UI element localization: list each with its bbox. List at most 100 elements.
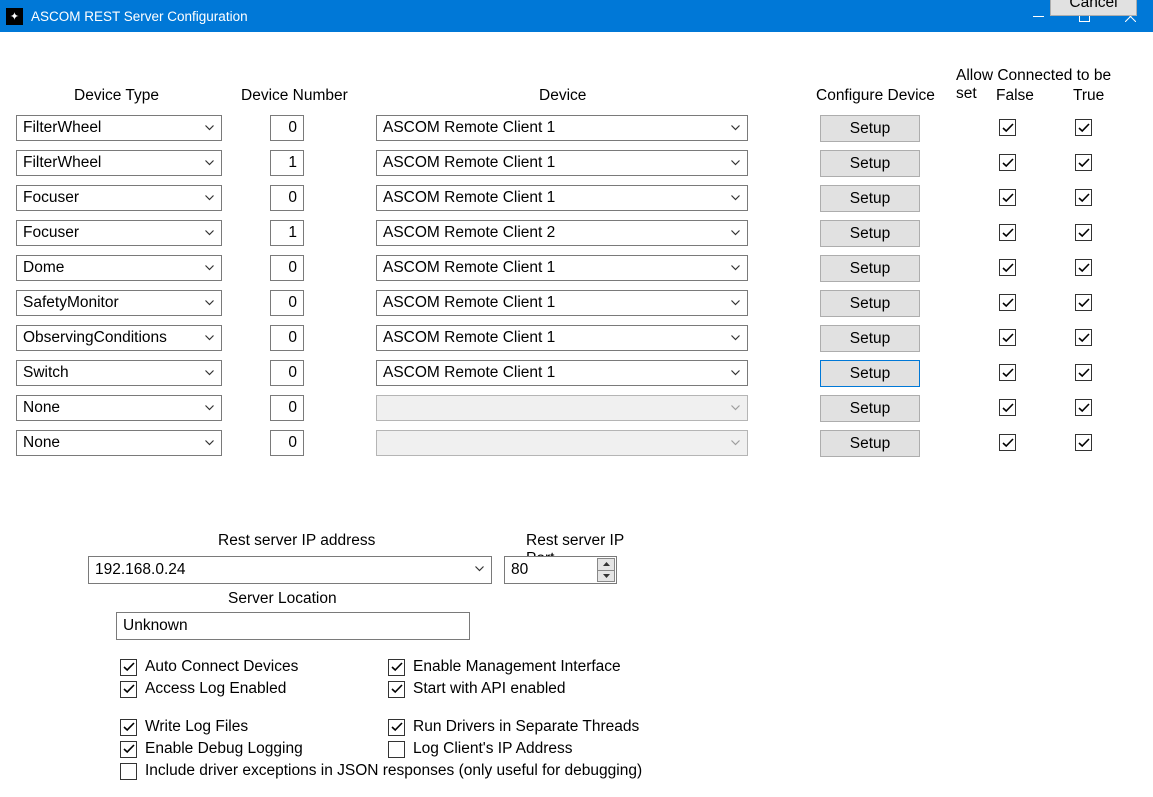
device-number-field[interactable]: 1 <box>270 150 304 176</box>
cancel-label: Cancel <box>1069 0 1117 12</box>
device-select[interactable]: ASCOM Remote Client 1 <box>376 185 748 211</box>
setup-button[interactable]: Setup <box>820 220 920 247</box>
device-type-select[interactable]: Focuser <box>16 185 222 211</box>
ip-address-combo[interactable]: 192.168.0.24 <box>88 556 492 584</box>
port-value: 80 <box>511 561 528 579</box>
checkbox[interactable] <box>999 434 1016 451</box>
device-number-field[interactable]: 0 <box>270 325 304 351</box>
setup-button[interactable]: Setup <box>820 395 920 422</box>
auto-connect-checkbox[interactable] <box>120 659 137 676</box>
checkbox[interactable] <box>1075 259 1092 276</box>
setup-label: Setup <box>850 435 891 453</box>
device-type-value: Focuser <box>23 189 79 207</box>
port-spinner[interactable]: 80 <box>504 556 617 584</box>
dialog-buttons: OK Cancel <box>1050 0 1137 16</box>
device-type-value: Dome <box>23 259 64 277</box>
checkbox[interactable] <box>1075 399 1092 416</box>
chevron-down-icon <box>724 292 746 314</box>
setup-button[interactable]: Setup <box>820 325 920 352</box>
device-select[interactable]: ASCOM Remote Client 1 <box>376 150 748 176</box>
location-label: Server Location <box>228 590 337 608</box>
device-value: ASCOM Remote Client 1 <box>383 189 555 207</box>
device-select[interactable]: ASCOM Remote Client 1 <box>376 325 748 351</box>
checkbox[interactable] <box>999 119 1016 136</box>
checkbox[interactable] <box>1075 119 1092 136</box>
checkbox[interactable] <box>1075 154 1092 171</box>
device-number-field[interactable]: 0 <box>270 395 304 421</box>
device-type-select[interactable]: FilterWheel <box>16 115 222 141</box>
setup-button[interactable]: Setup <box>820 255 920 282</box>
device-select[interactable]: ASCOM Remote Client 1 <box>376 255 748 281</box>
checkbox[interactable] <box>999 154 1016 171</box>
api-enabled-checkbox[interactable] <box>388 681 405 698</box>
cancel-button[interactable]: Cancel <box>1050 0 1137 16</box>
device-number-field[interactable]: 0 <box>270 185 304 211</box>
setup-button[interactable]: Setup <box>820 360 920 387</box>
setup-button[interactable]: Setup <box>820 115 920 142</box>
checkbox[interactable] <box>999 259 1016 276</box>
write-log-checkbox[interactable] <box>120 719 137 736</box>
setup-button[interactable]: Setup <box>820 430 920 457</box>
setup-label: Setup <box>850 400 891 418</box>
access-log-checkbox[interactable] <box>120 681 137 698</box>
device-value: ASCOM Remote Client 1 <box>383 154 555 172</box>
device-type-select[interactable]: None <box>16 430 222 456</box>
mgmt-interface-checkbox[interactable] <box>388 659 405 676</box>
device-select[interactable]: ASCOM Remote Client 1 <box>376 360 748 386</box>
checkbox[interactable] <box>999 294 1016 311</box>
device-type-select[interactable]: Switch <box>16 360 222 386</box>
device-type-select[interactable]: FilterWheel <box>16 150 222 176</box>
chevron-down-icon <box>198 117 220 139</box>
chevron-down-icon <box>198 222 220 244</box>
device-number-field[interactable]: 0 <box>270 255 304 281</box>
checkbox[interactable] <box>999 329 1016 346</box>
header-true: True <box>1073 87 1104 105</box>
log-client-ip-checkbox[interactable] <box>388 741 405 758</box>
checkbox[interactable] <box>1075 329 1092 346</box>
device-type-select[interactable]: ObservingConditions <box>16 325 222 351</box>
device-number-field[interactable]: 0 <box>270 360 304 386</box>
setup-label: Setup <box>850 330 891 348</box>
device-type-select[interactable]: SafetyMonitor <box>16 290 222 316</box>
device-value: ASCOM Remote Client 1 <box>383 259 555 277</box>
checkbox[interactable] <box>1075 224 1092 241</box>
spinner-buttons[interactable] <box>597 558 615 582</box>
device-select <box>376 430 748 456</box>
device-number-field[interactable]: 0 <box>270 290 304 316</box>
checkbox[interactable] <box>1075 364 1092 381</box>
setup-label: Setup <box>850 260 891 278</box>
setup-button[interactable]: Setup <box>820 185 920 212</box>
checkbox[interactable] <box>999 399 1016 416</box>
spinner-down-icon[interactable] <box>597 570 615 583</box>
device-number-field[interactable]: 1 <box>270 220 304 246</box>
device-select[interactable]: ASCOM Remote Client 2 <box>376 220 748 246</box>
device-select[interactable]: ASCOM Remote Client 1 <box>376 290 748 316</box>
chevron-down-icon <box>724 222 746 244</box>
device-number-field[interactable]: 0 <box>270 115 304 141</box>
header-device: Device <box>539 87 586 105</box>
spinner-up-icon[interactable] <box>597 558 615 570</box>
device-type-select[interactable]: None <box>16 395 222 421</box>
device-select[interactable]: ASCOM Remote Client 1 <box>376 115 748 141</box>
device-type-select[interactable]: Focuser <box>16 220 222 246</box>
device-type-value: FilterWheel <box>23 119 101 137</box>
location-input[interactable]: Unknown <box>116 612 470 640</box>
checkbox[interactable] <box>999 364 1016 381</box>
checkbox[interactable] <box>1075 434 1092 451</box>
setup-button[interactable]: Setup <box>820 150 920 177</box>
device-type-value: None <box>23 434 60 452</box>
device-type-select[interactable]: Dome <box>16 255 222 281</box>
device-number-field[interactable]: 0 <box>270 430 304 456</box>
debug-log-checkbox[interactable] <box>120 741 137 758</box>
checkbox[interactable] <box>1075 294 1092 311</box>
device-number-value: 0 <box>288 399 297 417</box>
separate-threads-label: Run Drivers in Separate Threads <box>413 718 639 736</box>
setup-button[interactable]: Setup <box>820 290 920 317</box>
separate-threads-checkbox[interactable] <box>388 719 405 736</box>
chevron-down-icon <box>198 327 220 349</box>
include-exceptions-checkbox[interactable] <box>120 763 137 780</box>
checkbox[interactable] <box>999 224 1016 241</box>
checkbox[interactable] <box>1075 189 1092 206</box>
checkbox[interactable] <box>999 189 1016 206</box>
setup-label: Setup <box>850 295 891 313</box>
